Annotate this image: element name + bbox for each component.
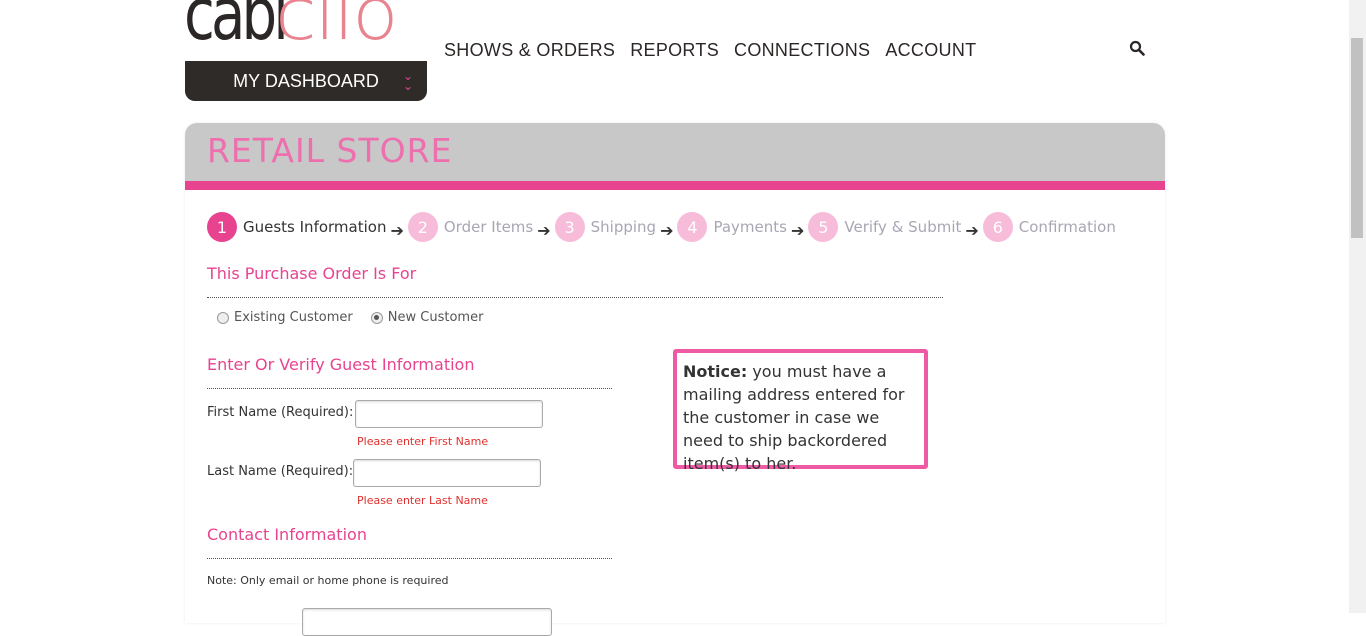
- arrow-right-icon: ➔: [390, 220, 404, 240]
- card-header: RETAIL STORE: [185, 123, 1165, 190]
- step-number: 4: [677, 212, 708, 242]
- last-name-field[interactable]: [353, 459, 541, 487]
- cabi-clio-logo[interactable]: cabi clio: [185, 0, 435, 60]
- radio-button[interactable]: [370, 311, 383, 324]
- divider: [207, 297, 943, 298]
- step-label: Shipping: [590, 218, 657, 236]
- divider: [207, 388, 612, 389]
- guest-info-title: Enter Or Verify Guest Information: [207, 355, 475, 374]
- my-dashboard-label: MY DASHBOARD: [233, 70, 379, 91]
- nav-account[interactable]: ACCOUNT: [885, 40, 976, 61]
- step-label: Payments: [713, 218, 787, 236]
- page-scrollbar[interactable]: [1349, 0, 1366, 613]
- radio-button[interactable]: [217, 311, 229, 324]
- order-steps: 1 Guests Information ➔ 2 Order Items ➔ 3…: [207, 212, 1116, 242]
- search-icon[interactable]: [1129, 40, 1145, 56]
- customer-type-radios: Existing Customer New Customer: [217, 310, 483, 325]
- contact-field[interactable]: [302, 608, 552, 636]
- step-shipping[interactable]: 3 Shipping: [554, 212, 657, 242]
- arrow-right-icon: ➔: [790, 220, 805, 240]
- step-label: Confirmation: [1018, 218, 1116, 236]
- step-guests-information[interactable]: 1 Guests Information: [207, 212, 386, 242]
- nav-reports[interactable]: REPORTS: [630, 40, 719, 61]
- radio-label: New Customer: [387, 310, 484, 325]
- arrow-right-icon: ➔: [537, 220, 551, 240]
- contact-info-title: Contact Information: [207, 525, 367, 544]
- step-number: 2: [407, 212, 438, 242]
- last-name-label: Last Name (Required):: [207, 464, 354, 479]
- mailing-address-notice: Notice: you must have a mailing address …: [673, 349, 928, 473]
- step-payments[interactable]: 4 Payments: [677, 212, 787, 242]
- chevron-double-down-icon: ⌄ ⌄: [402, 69, 413, 93]
- step-number: 6: [982, 212, 1013, 242]
- step-number: 5: [808, 212, 839, 242]
- step-label: Order Items: [443, 218, 534, 236]
- top-nav: SHOWS & ORDERS REPORTS CONNECTIONS ACCOU…: [444, 40, 976, 61]
- nav-shows-orders[interactable]: SHOWS & ORDERS: [444, 40, 615, 61]
- nav-connections[interactable]: CONNECTIONS: [734, 40, 870, 61]
- step-label: Verify & Submit: [844, 218, 962, 236]
- step-order-items[interactable]: 2 Order Items: [407, 212, 534, 242]
- retail-store-card: RETAIL STORE 1 Guests Information ➔ 2 Or…: [185, 123, 1165, 636]
- divider: [207, 558, 612, 559]
- contact-note: Note: Only email or home phone is requir…: [207, 574, 449, 587]
- logo-text-cabi: cabi: [185, 0, 289, 56]
- step-confirmation[interactable]: 6 Confirmation: [982, 212, 1116, 242]
- last-name-error: Please enter Last Name: [357, 494, 488, 507]
- step-verify-submit[interactable]: 5 Verify & Submit: [808, 212, 961, 242]
- notice-heading: Notice:: [683, 362, 748, 381]
- existing-customer-radio[interactable]: Existing Customer: [217, 310, 353, 325]
- arrow-right-icon: ➔: [660, 220, 674, 240]
- page-title: RETAIL STORE: [207, 131, 453, 170]
- logo-text-clio: clio: [275, 0, 399, 56]
- step-number: 1: [207, 212, 237, 242]
- step-number: 3: [554, 212, 585, 242]
- new-customer-radio[interactable]: New Customer: [370, 310, 484, 325]
- step-label: Guests Information: [243, 218, 387, 236]
- arrow-right-icon: ➔: [965, 220, 979, 240]
- my-dashboard-button[interactable]: MY DASHBOARD ⌄ ⌄: [185, 61, 427, 101]
- first-name-field[interactable]: [355, 400, 543, 428]
- scrollbar-thumb[interactable]: [1351, 38, 1363, 238]
- purchase-order-title: This Purchase Order Is For: [207, 264, 417, 283]
- first-name-label: First Name (Required):: [207, 405, 354, 420]
- first-name-error: Please enter First Name: [357, 435, 489, 448]
- radio-label: Existing Customer: [234, 310, 353, 325]
